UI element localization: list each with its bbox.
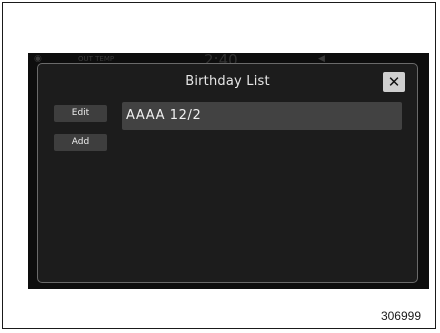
list-item-label: AAAA 12/2 — [126, 108, 202, 123]
birthday-list-dialog: Birthday List ✕ Edit Add AAAA 12/2 — [37, 63, 418, 283]
edit-button[interactable]: Edit — [54, 105, 107, 122]
add-button[interactable]: Add — [54, 134, 107, 151]
display-screen: ◉ OUT TEMP 2:40 ◀ Birthday List ✕ Edit A… — [28, 53, 429, 289]
list-item[interactable]: AAAA 12/2 — [122, 102, 402, 130]
figure-frame: ◉ OUT TEMP 2:40 ◀ Birthday List ✕ Edit A… — [2, 2, 436, 329]
dialog-title: Birthday List — [185, 74, 270, 89]
figure-id: 306999 — [380, 309, 421, 323]
status-trip-label: OUT TEMP — [78, 55, 115, 63]
close-icon: ✕ — [387, 73, 401, 91]
close-button[interactable]: ✕ — [383, 72, 405, 92]
